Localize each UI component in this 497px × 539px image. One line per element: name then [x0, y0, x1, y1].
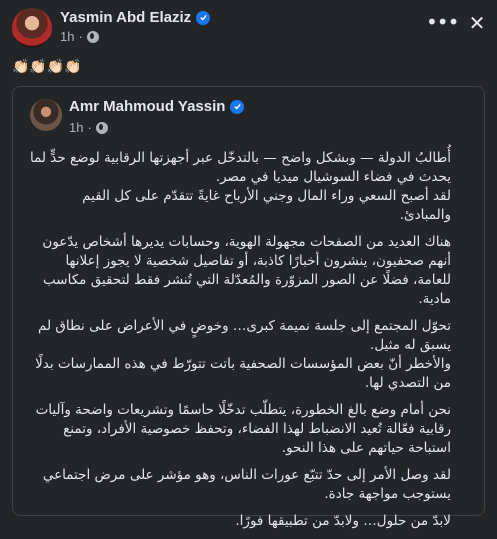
globe-icon — [86, 30, 99, 43]
post-paragraph: لقد وصل الأمر إلى حدّ تتبّع عورات الناس،… — [42, 467, 451, 502]
post-paragraph: نحن أمام وضع بالغ الخطورة، يتطلّب تدخّلً… — [35, 402, 451, 456]
post-paragraph: تحوّل المجتمع إلى جلسة نميمة كبرى… وخوضٍ… — [35, 318, 451, 391]
shared-post-card[interactable]: Amr Mahmoud Yassin 1h · أُطالبُ الدولة —… — [12, 86, 485, 529]
shared-post-time[interactable]: 1h — [69, 120, 83, 135]
post-time[interactable]: 1h — [60, 29, 74, 44]
shared-author-name[interactable]: Amr Mahmoud Yassin — [69, 98, 225, 115]
more-options-icon[interactable]: ••• — [426, 12, 459, 34]
globe-icon — [95, 121, 108, 134]
dot-separator: · — [87, 120, 92, 135]
author-name[interactable]: Yasmin Abd Elaziz — [60, 9, 191, 26]
post-caption: 👏🏻👏🏻👏🏻👏🏻 — [12, 59, 82, 75]
verified-badge-icon — [196, 10, 211, 25]
post-paragraph: أُطالبُ الدولة — وبشكل واضح — بالتدخّل ع… — [29, 150, 451, 223]
dot-separator: · — [78, 29, 83, 44]
close-icon[interactable]: ✕ — [465, 11, 489, 35]
shared-post-body: أُطالبُ الدولة — وبشكل واضح — بالتدخّل ع… — [27, 149, 451, 539]
post-paragraph: لابدّ من حلول… ولابدّ من تطبيقها فورًا. — [235, 513, 451, 529]
shared-author-avatar[interactable] — [30, 99, 62, 131]
author-avatar[interactable] — [12, 8, 52, 48]
shared-author-name-row: Amr Mahmoud Yassin — [69, 98, 245, 115]
shared-post-meta: 1h · — [69, 120, 108, 135]
verified-badge-icon — [230, 99, 245, 114]
author-name-row: Yasmin Abd Elaziz — [60, 9, 211, 26]
post-paragraph: هناك العديد من الصفحات مجهولة الهوية، وح… — [42, 234, 451, 307]
post-header: Yasmin Abd Elaziz 1h · ••• ✕ — [0, 0, 497, 60]
post-meta: 1h · — [60, 29, 99, 44]
